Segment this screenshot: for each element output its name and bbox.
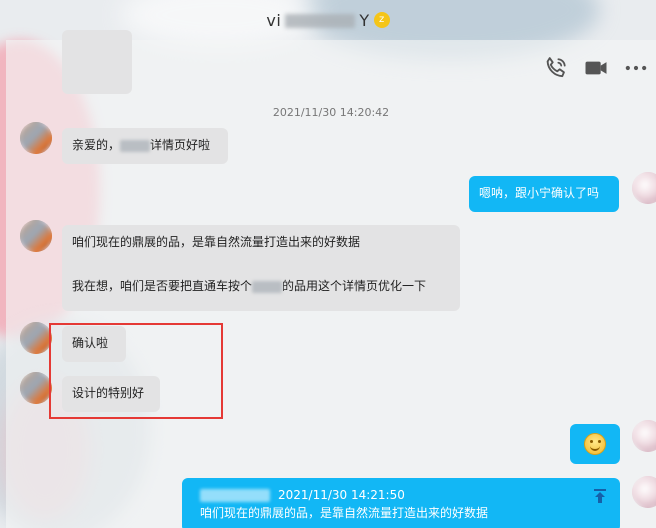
redacted-text <box>252 280 283 293</box>
video-icon[interactable] <box>582 54 610 82</box>
my-avatar[interactable] <box>632 172 656 204</box>
redacted-text <box>120 139 151 152</box>
highlight-box <box>49 323 223 419</box>
contact-avatar[interactable] <box>20 322 52 354</box>
message-bubble-incoming[interactable]: 咱们现在的鼎展的品，是靠自然流量打造出来的好数据 我在想，咱们是否要把直通车按个… <box>62 225 460 311</box>
contact-avatar[interactable] <box>20 220 52 252</box>
previous-message-bubble[interactable] <box>62 30 132 94</box>
smile-emoji-icon <box>584 433 606 455</box>
contact-name-prefix: vi <box>266 10 282 30</box>
my-avatar[interactable] <box>632 420 656 452</box>
redacted-sender <box>200 488 270 502</box>
chat-panel: 2021/11/30 14:20:42 亲爱的， 详情页好啦 嗯呐，跟小宁确认了吗… <box>6 30 656 528</box>
message-text-part: 的品用这个详情页优化一下 <box>282 279 427 293</box>
scroll-to-source-icon[interactable] <box>592 488 608 504</box>
contact-name-redacted <box>285 14 356 28</box>
contact-name[interactable]: vi Y <box>266 11 369 30</box>
message-text: 嗯呐，跟小宁确认了吗 <box>479 186 600 200</box>
message-text-line: 咱们现在的鼎展的品，是靠自然流量打造出来的好数据 <box>72 235 361 249</box>
quoted-message-bubble[interactable]: 2021/11/30 14:21:50 咱们现在的鼎展的品，是靠自然流量打造出来… <box>182 478 620 528</box>
contact-avatar[interactable] <box>20 122 52 154</box>
message-text-part: 我在想，咱们是否要把直通车按个 <box>72 279 253 293</box>
contact-name-suffix: Y <box>359 10 370 30</box>
message-bubble-outgoing[interactable] <box>570 424 620 464</box>
message-bubble-incoming[interactable]: 亲爱的， 详情页好啦 <box>62 128 228 164</box>
my-avatar[interactable] <box>632 476 656 508</box>
message-text-part: 详情页好啦 <box>150 138 211 152</box>
quote-text: 咱们现在的鼎展的品，是靠自然流量打造出来的好数据 <box>200 506 489 520</box>
contact-avatar[interactable] <box>20 372 52 404</box>
chat-toolbar <box>536 48 656 84</box>
message-text-part: 亲爱的， <box>72 138 121 152</box>
message-bubble-outgoing[interactable]: 嗯呐，跟小宁确认了吗 <box>469 176 619 212</box>
more-icon[interactable] <box>622 54 650 82</box>
chat-timestamp: 2021/11/30 14:20:42 <box>272 106 390 119</box>
phone-icon[interactable] <box>542 54 570 82</box>
vip-badge-icon: z <box>373 12 390 28</box>
quote-timestamp: 2021/11/30 14:21:50 <box>278 488 405 502</box>
